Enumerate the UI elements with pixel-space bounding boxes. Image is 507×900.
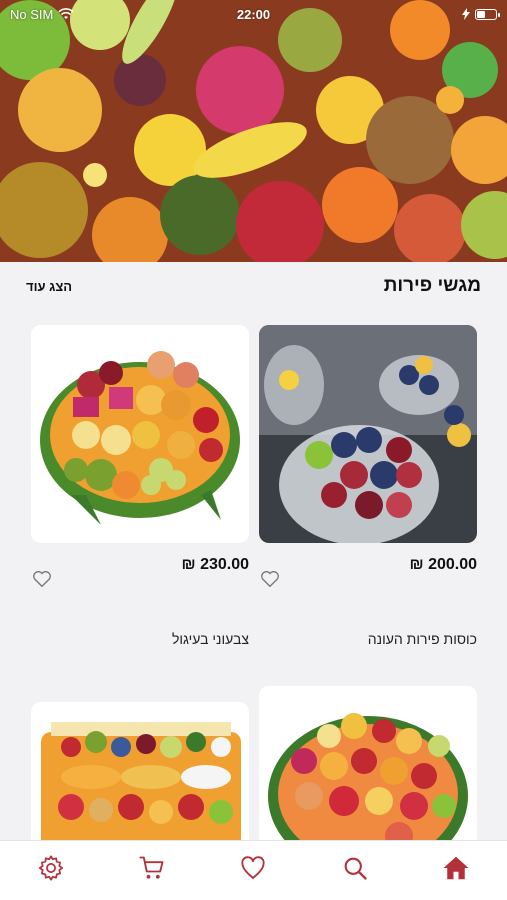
product-card[interactable]: 230.00 ₪ צבעוני בעיגול: [31, 325, 249, 647]
carrier-label: No SIM: [10, 6, 54, 22]
product-card[interactable]: 200.00 ₪ כוסות פירות העונה: [259, 325, 477, 647]
tab-bar: [0, 840, 507, 900]
product-grid: 200.00 ₪ כוסות פירות העונה 230.00 ₪ צבעו…: [0, 310, 507, 840]
hero-banner-image: [0, 0, 507, 262]
product-card[interactable]: [259, 686, 477, 840]
product-image[interactable]: [31, 325, 249, 543]
search-icon: [344, 857, 367, 880]
product-price: 230.00 ₪: [181, 556, 249, 573]
product-image[interactable]: [259, 325, 477, 543]
tab-settings[interactable]: [31, 848, 71, 888]
status-bar: No SIM 22:00: [0, 0, 507, 28]
product-image[interactable]: [31, 702, 249, 840]
product-name[interactable]: כוסות פירות העונה: [259, 631, 477, 647]
status-time: 22:00: [236, 6, 271, 22]
tab-search[interactable]: [335, 848, 375, 888]
heart-icon[interactable]: [31, 568, 53, 590]
battery-icon: [475, 8, 500, 20]
product-price: 200.00 ₪: [409, 556, 477, 573]
heart-icon[interactable]: [259, 568, 281, 590]
heart-icon: [241, 855, 266, 879]
tab-home[interactable]: [436, 848, 476, 888]
product-name[interactable]: צבעוני בעיגול: [31, 631, 249, 647]
product-card[interactable]: [31, 702, 249, 840]
section-title: מגשי פירות: [383, 275, 481, 296]
product-image[interactable]: [259, 686, 477, 840]
tab-favorites[interactable]: [233, 848, 273, 888]
show-more-link[interactable]: הצג עוד: [26, 279, 72, 294]
cart-icon: [139, 856, 164, 879]
home-icon: [443, 856, 469, 879]
section-header: מגשי פירות הצג עוד: [0, 262, 507, 310]
tab-cart[interactable]: [132, 848, 172, 888]
wifi-icon: [58, 8, 74, 19]
gear-icon: [38, 854, 63, 881]
charging-icon: [462, 8, 470, 20]
